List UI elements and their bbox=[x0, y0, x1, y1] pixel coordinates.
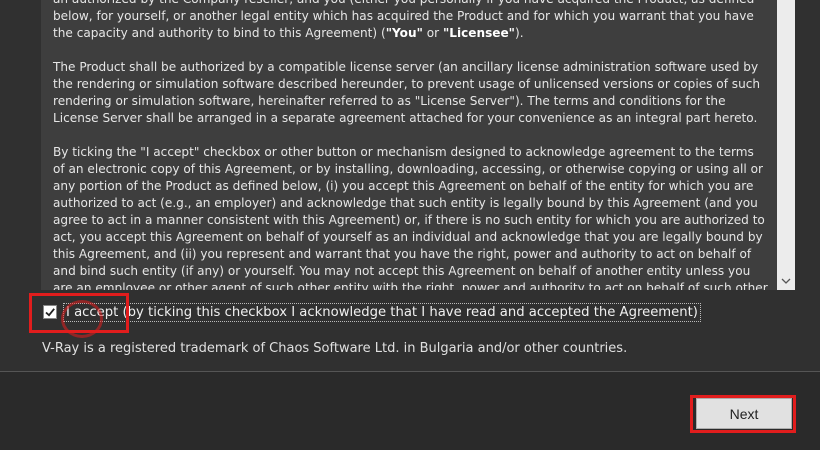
trademark-notice: V-Ray is a registered trademark of Chaos… bbox=[42, 341, 628, 356]
accept-label[interactable]: I accept (by ticking this checkbox I ack… bbox=[63, 302, 701, 322]
checkbox-highlight-circle bbox=[61, 300, 103, 338]
license-agreement-panel[interactable]: an authorized by the Company reseller, a… bbox=[41, 0, 795, 290]
license-paragraph-3: By ticking the "I accept" checkbox or ot… bbox=[53, 145, 768, 290]
term-licensee: "Licensee" bbox=[442, 26, 515, 40]
license-scrollbar[interactable] bbox=[777, 0, 795, 290]
license-paragraph-1-end: ). bbox=[514, 26, 524, 40]
accept-row: I accept (by ticking this checkbox I ack… bbox=[41, 301, 701, 323]
term-you: "You" bbox=[385, 26, 423, 40]
license-text: an authorized by the Company reseller, a… bbox=[53, 0, 769, 290]
term-or: or bbox=[422, 26, 443, 40]
scroll-down-icon[interactable] bbox=[777, 272, 795, 290]
license-paragraph-2: The Product shall be authorized by a com… bbox=[53, 60, 761, 125]
next-button-highlight bbox=[690, 395, 796, 433]
license-paragraph-1: an authorized by the Company reseller, a… bbox=[53, 0, 769, 42]
installer-window: an authorized by the Company reseller, a… bbox=[0, 0, 820, 450]
